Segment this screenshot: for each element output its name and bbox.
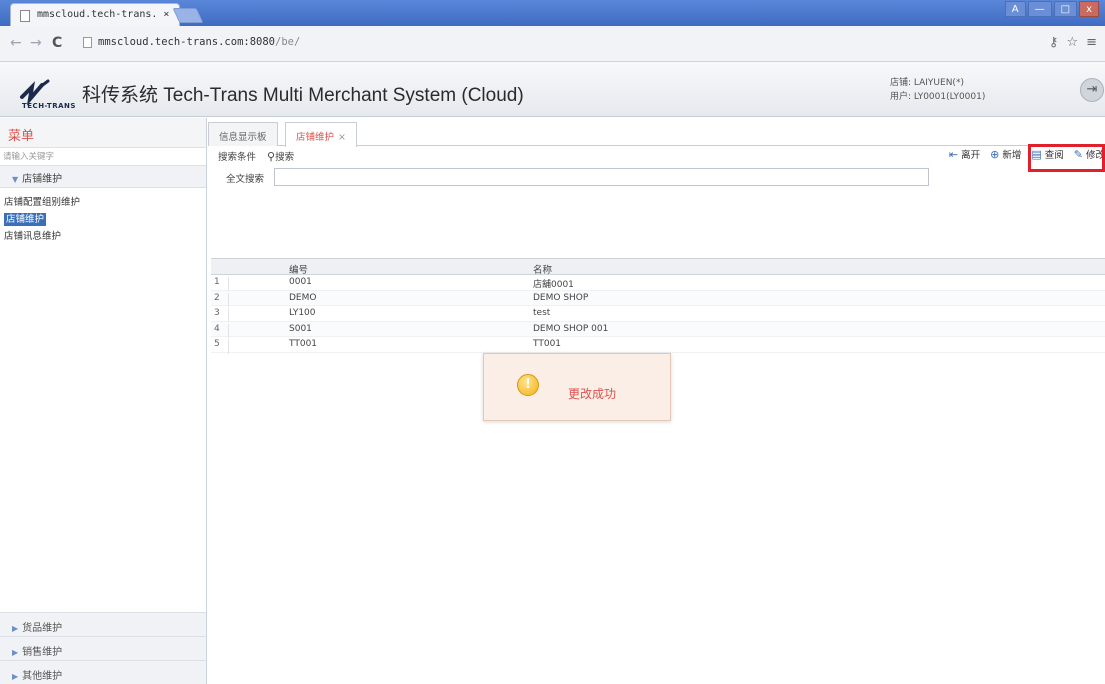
tab-label: 信息显示板 [219, 132, 267, 143]
triangle-right-icon: ▶ [12, 672, 19, 681]
sidebar-item-label: 店铺讯息维护 [4, 231, 62, 242]
table-row[interactable]: 2 DEMO DEMO SHOP [211, 290, 1105, 307]
cell-name: test [533, 308, 551, 318]
highlight-box [1028, 144, 1105, 172]
fulltext-search-input[interactable] [274, 168, 929, 186]
row-index: 1 [211, 277, 229, 292]
row-index: 5 [211, 339, 229, 354]
table-row[interactable]: 3 LY100 test [211, 306, 1105, 323]
browser-tab[interactable]: mmscloud.tech-trans. × [10, 3, 180, 26]
table-header: 编号 名称 [211, 258, 1105, 276]
menu-title: 菜单 [0, 118, 206, 148]
close-tab-icon[interactable]: × [338, 132, 346, 143]
logout-icon[interactable]: ⇥ [1080, 78, 1104, 102]
add-label: 新增 [1002, 150, 1022, 161]
sidebar-group-label: 其他维护 [22, 671, 63, 682]
keyword-search-input[interactable]: 请输入关键字 [0, 148, 206, 166]
sidebar-item-store-message[interactable]: 店铺讯息维护 [0, 226, 206, 243]
toast-message: 更改成功 [568, 387, 617, 401]
search-button[interactable]: 搜索 [275, 152, 294, 163]
search-icon[interactable]: ⚲ [267, 150, 275, 163]
app-title: 科传系统 Tech-Trans Multi Merchant System (C… [82, 85, 524, 106]
sidebar-group-sales[interactable]: ▶ 销售维护 [0, 636, 206, 660]
cell-name: TT001 [533, 339, 562, 349]
menu-icon[interactable]: ≡ [1086, 35, 1097, 50]
triangle-right-icon: ▶ [12, 624, 19, 633]
forward-arrow-icon[interactable]: → [30, 35, 42, 51]
address-bar[interactable]: mmscloud.tech-trans.com:8080/be/ [80, 32, 1080, 54]
sidebar-item-store[interactable]: 店铺维护 [0, 209, 206, 226]
sidebar-group-goods[interactable]: ▶ 货品维护 [0, 612, 206, 636]
key-icon[interactable]: ⚷ [1049, 35, 1059, 50]
tab-label: 店铺维护 [296, 132, 335, 143]
fulltext-label: 全文搜索 [226, 174, 265, 185]
column-header-name[interactable]: 名称 [533, 262, 552, 276]
maximize-button[interactable]: □ [1053, 1, 1078, 17]
sidebar-item-store-config[interactable]: 店铺配置组别维护 [0, 192, 206, 209]
tab-store-maintenance[interactable]: 店铺维护 × [285, 122, 357, 147]
sidebar-item-label: 店铺维护 [4, 213, 47, 226]
page-icon [83, 37, 92, 48]
row-index: 3 [211, 308, 229, 323]
sidebar-group-other[interactable]: ▶ 其他维护 [0, 660, 206, 684]
table-row[interactable]: 5 TT001 TT001 [211, 337, 1105, 354]
browser-tab-title: mmscloud.tech-trans. × [37, 9, 170, 20]
cell-code: DEMO [289, 292, 317, 303]
cell-name: DEMO SHOP 001 [533, 323, 609, 334]
reload-icon[interactable]: C [52, 35, 62, 51]
tab-info-board[interactable]: 信息显示板 [208, 122, 278, 146]
search-row: 搜索条件 ⚲搜索 [218, 149, 294, 163]
cell-code: LY100 [289, 308, 316, 318]
store-label: 店铺: LAIYUEN(*) [890, 78, 964, 88]
user-info: 店铺: LAIYUEN(*) 用户: LY0001(LY0001) [890, 76, 985, 104]
window-user-button[interactable]: A [1004, 1, 1026, 17]
bookmark-star-icon[interactable]: ☆ [1066, 35, 1078, 50]
triangle-down-icon: ▼ [12, 175, 19, 184]
table-row[interactable]: 1 0001 店舖0001 [211, 275, 1105, 292]
browser-titlebar: mmscloud.tech-trans. × A — □ x [0, 0, 1105, 26]
add-button[interactable]: ⊕ 新增 [990, 147, 1022, 162]
logo-text: TECH-TRANS [22, 102, 76, 110]
sidebar-group-label: 销售维护 [22, 647, 63, 658]
window-controls: A — □ x [1004, 1, 1099, 17]
sidebar: 菜单 请输入关键字 ▼ 店铺维护 店铺配置组别维护 店铺维护 店铺讯息维护 ▶ 货品… [0, 118, 207, 684]
cell-name: DEMO SHOP [533, 292, 589, 303]
leave-button[interactable]: ⇤ 离开 [948, 147, 981, 162]
page-icon [20, 10, 30, 22]
exit-icon: ⇤ [948, 147, 959, 161]
sidebar-group-store[interactable]: ▼ 店铺维护 [0, 166, 206, 188]
cell-code: TT001 [289, 339, 318, 349]
browser-toolbar: ← → C mmscloud.tech-trans.com:8080/be/ ⚷… [0, 26, 1105, 62]
app-header: TECH-TRANS 科传系统 Tech-Trans Multi Merchan… [0, 62, 1105, 117]
search-conditions-label: 搜索条件 [218, 152, 257, 163]
cell-code: 0001 [289, 277, 312, 287]
url-path: /be/ [275, 36, 301, 48]
column-header-code[interactable]: 编号 [289, 262, 308, 276]
warning-icon: ! [517, 374, 539, 396]
table-row[interactable]: 4 S001 DEMO SHOP 001 [211, 321, 1105, 338]
tab-strip: 信息显示板 店铺维护 × [208, 118, 1105, 147]
cell-name: 店舖0001 [533, 280, 574, 290]
minimize-button[interactable]: — [1027, 1, 1052, 17]
sidebar-group-label: 店铺维护 [22, 174, 63, 185]
leave-label: 离开 [961, 150, 981, 161]
data-table: 编号 名称 1 0001 店舖0001 2 DEMO DEMO SHOP 3 LY100 t… [211, 258, 1105, 354]
back-arrow-icon[interactable]: ← [10, 35, 22, 51]
row-index: 4 [211, 323, 229, 338]
cell-code: S001 [289, 323, 312, 334]
triangle-right-icon: ▶ [12, 648, 19, 657]
success-toast: ! 更改成功 [483, 353, 671, 421]
close-window-button[interactable]: x [1079, 1, 1099, 17]
user-label: 用户: LY0001(LY0001) [890, 92, 986, 102]
sidebar-item-label: 店铺配置组别维护 [4, 197, 81, 208]
sidebar-group-label: 货品维护 [22, 623, 63, 634]
url-host: mmscloud.tech-trans.com:8080 [98, 36, 276, 48]
row-index: 2 [211, 292, 229, 307]
add-icon: ⊕ [990, 147, 1000, 161]
